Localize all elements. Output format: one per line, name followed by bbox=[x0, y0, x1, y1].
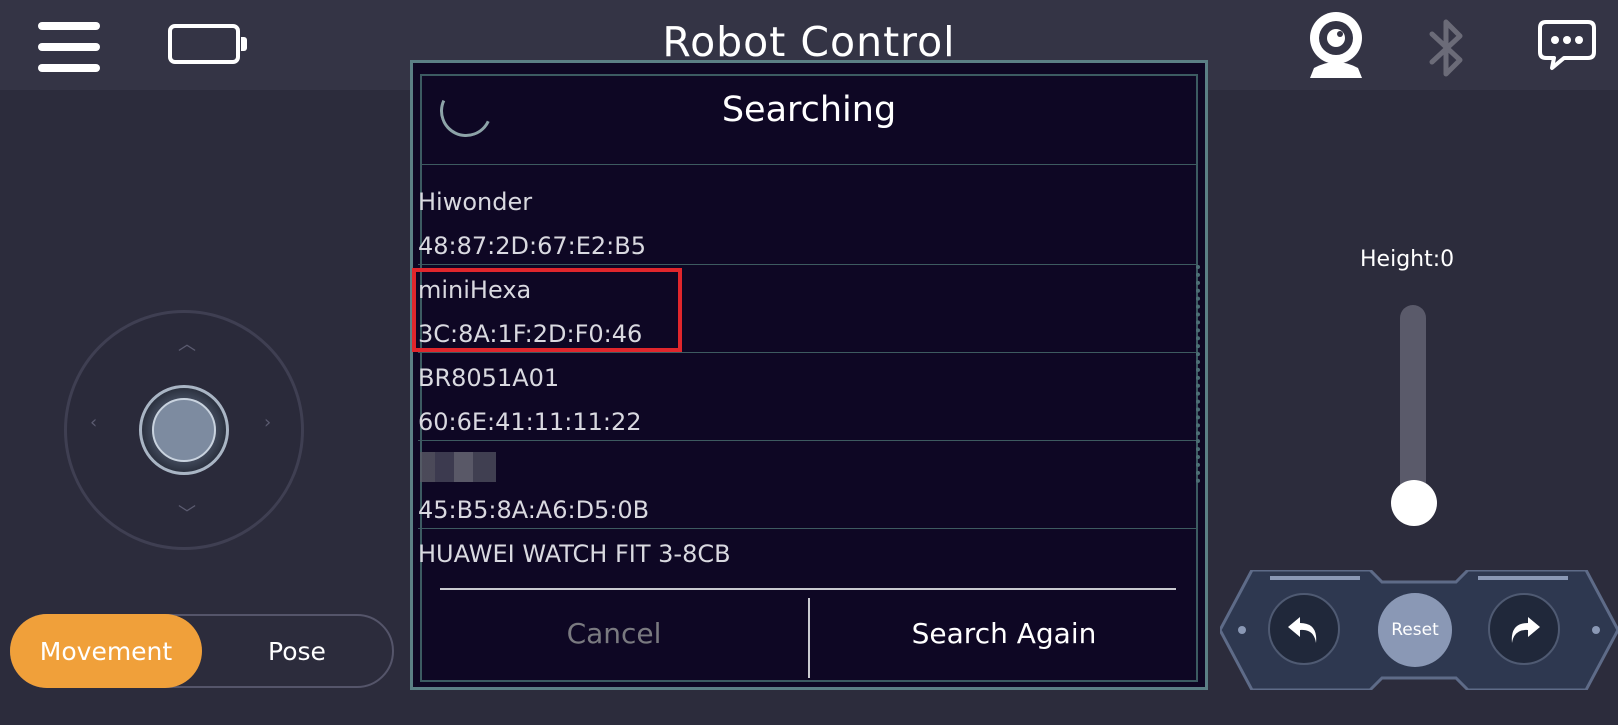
device-name: HUAWEI WATCH FIT 3-8CB bbox=[418, 540, 731, 568]
device-name: BR8051A01 bbox=[418, 364, 560, 392]
divider bbox=[420, 164, 1196, 165]
device-mac: 45:B5:8A:A6:D5:0B bbox=[418, 496, 650, 524]
height-slider-thumb[interactable] bbox=[1391, 480, 1437, 526]
device-name: Hiwonder bbox=[418, 188, 533, 216]
chevron-up-icon: ︿ bbox=[178, 334, 196, 355]
page-title: Robot Control bbox=[662, 18, 956, 66]
device-list-item[interactable]: HUAWEI WATCH FIT 3-8CB bbox=[418, 530, 1198, 580]
movement-mode-button[interactable]: Movement bbox=[10, 614, 202, 688]
reset-button[interactable]: Reset bbox=[1378, 593, 1452, 667]
bluetooth-icon[interactable] bbox=[1424, 16, 1470, 80]
divider bbox=[418, 264, 1198, 265]
search-again-button[interactable]: Search Again bbox=[810, 598, 1198, 668]
chevron-left-icon: ‹ bbox=[90, 412, 98, 433]
divider bbox=[418, 352, 1198, 353]
camera-icon[interactable] bbox=[1304, 10, 1368, 80]
divider bbox=[418, 440, 1198, 441]
divider bbox=[440, 588, 1176, 590]
chat-icon[interactable] bbox=[1538, 18, 1596, 72]
device-list-item[interactable]: 45:B5:8A:A6:D5:0B bbox=[418, 442, 1198, 528]
device-list-item[interactable]: Hiwonder 48:87:2D:67:E2:B5 bbox=[418, 178, 1198, 264]
redo-button[interactable] bbox=[1488, 593, 1560, 665]
divider bbox=[418, 528, 1198, 529]
dialog-title: Searching bbox=[721, 90, 897, 130]
undo-arrow-icon bbox=[1288, 617, 1317, 643]
robot-logo-icon bbox=[152, 398, 216, 462]
redo-arrow-icon bbox=[1511, 617, 1540, 643]
device-mac: 48:87:2D:67:E2:B5 bbox=[418, 232, 646, 260]
device-mac: 60:6E:41:11:11:22 bbox=[418, 408, 642, 436]
scrollbar[interactable] bbox=[1196, 265, 1204, 483]
cancel-button[interactable]: Cancel bbox=[420, 598, 808, 668]
height-label: Height:0 bbox=[1360, 247, 1455, 272]
device-list-item[interactable]: BR8051A01 60:6E:41:11:11:22 bbox=[418, 354, 1198, 440]
chevron-down-icon: ﹀ bbox=[178, 504, 196, 525]
chevron-right-icon: › bbox=[264, 412, 272, 433]
highlight-box bbox=[412, 268, 682, 352]
redacted-name bbox=[420, 452, 496, 482]
undo-button[interactable] bbox=[1268, 593, 1340, 665]
pose-mode-button[interactable]: Pose bbox=[202, 614, 392, 688]
